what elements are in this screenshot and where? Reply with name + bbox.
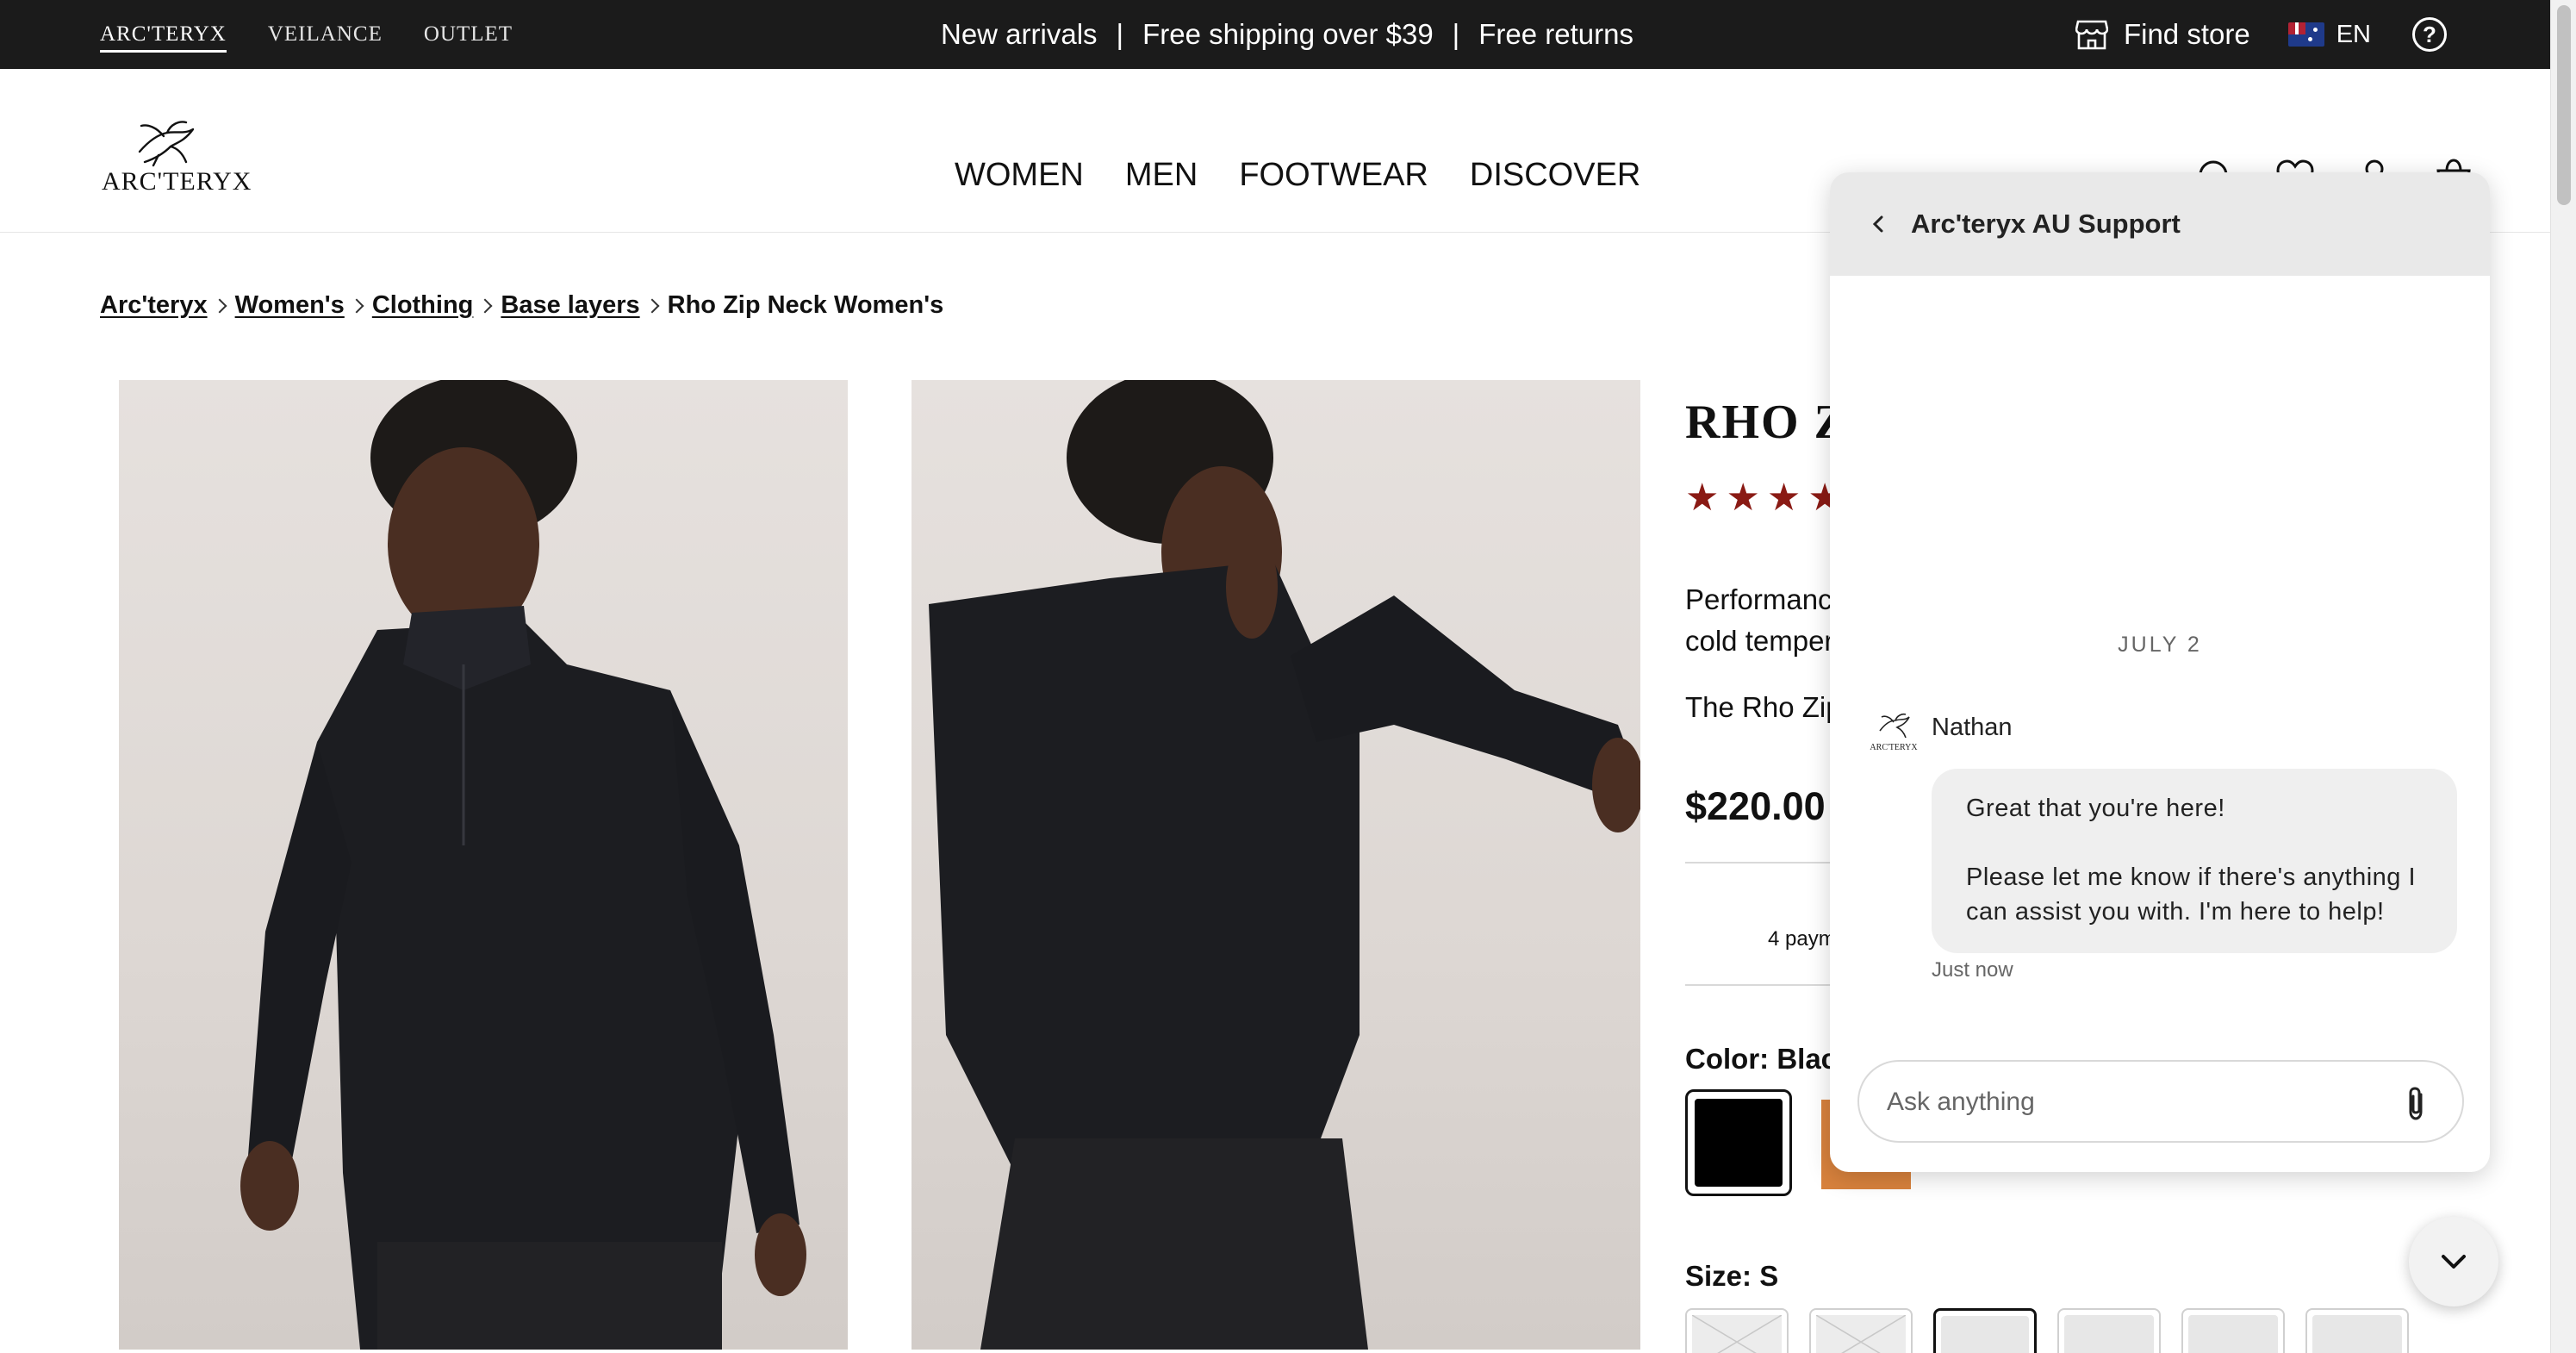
product-description-secondary: The Rho Zip <box>1685 691 1842 723</box>
store-icon <box>2075 20 2108 50</box>
chevron-down-icon <box>2442 1255 2466 1269</box>
brand-link-outlet[interactable]: OUTLET <box>424 22 513 47</box>
language-label: EN <box>2336 20 2371 48</box>
brand-link-arcteryx[interactable]: ARC'TERYX <box>100 22 227 53</box>
product-price: $220.00 <box>1685 784 1826 828</box>
nav-footwear[interactable]: FOOTWEAR <box>1239 157 1428 194</box>
nav-women[interactable]: WOMEN <box>955 157 1084 194</box>
size-label: Size: S <box>1685 1260 1779 1292</box>
arcteryx-logo[interactable]: ARC'TERYX <box>102 117 252 196</box>
chevron-right-icon <box>477 298 493 313</box>
size-option-xxs[interactable] <box>1685 1308 1789 1353</box>
scrollbar-thumb[interactable] <box>2557 5 2571 205</box>
nav-men[interactable]: MEN <box>1125 157 1198 194</box>
product-image-back[interactable] <box>912 380 1640 1350</box>
chat-input-box <box>1857 1060 2464 1143</box>
back-arrow-icon[interactable] <box>1864 210 1892 238</box>
message-line: Please let me know if there's anything I… <box>1966 864 2417 926</box>
breadcrumb: Arc'teryx Women's Clothing Base layers R… <box>100 291 943 320</box>
breadcrumb-base-layers[interactable]: Base layers <box>501 291 639 320</box>
chevron-right-icon <box>644 298 660 313</box>
payment-installments-info[interactable]: 4 paym <box>1768 927 1836 951</box>
chat-message-input[interactable] <box>1887 1082 2369 1122</box>
promo-separator: | <box>1452 18 1460 50</box>
australia-flag-icon <box>2287 22 2324 47</box>
chevron-right-icon <box>349 298 364 313</box>
breadcrumb-arcteryx[interactable]: Arc'teryx <box>100 291 208 320</box>
svg-text:ARC'TERYX: ARC'TERYX <box>1870 743 1918 752</box>
size-selector <box>1685 1308 2409 1353</box>
promo-banner: New arrivals | Free shipping over $39 | … <box>941 0 1633 69</box>
promo-free-returns[interactable]: Free returns <box>1478 18 1633 51</box>
top-bar: ARC'TERYX VEILANCE OUTLET New arrivals |… <box>0 0 2550 69</box>
promo-free-shipping[interactable]: Free shipping over $39 <box>1142 18 1434 51</box>
chat-header: Arc'teryx AU Support <box>1830 172 2490 276</box>
rating-stars[interactable]: ★ ★ ★ ★ <box>1685 479 1842 517</box>
color-swatch-black[interactable] <box>1685 1089 1792 1196</box>
agent-avatar-logo-icon: ARC'TERYX <box>1870 713 1918 752</box>
chevron-right-icon <box>212 298 227 313</box>
chat-title: Arc'teryx AU Support <box>1911 209 2181 239</box>
agent-message-bubble: Great that you're here! Please let me kn… <box>1932 769 2457 953</box>
help-icon[interactable]: ? <box>2412 17 2447 52</box>
main-nav: WOMEN MEN FOOTWEAR DISCOVER <box>955 157 1640 194</box>
support-chat-panel: Arc'teryx AU Support JULY 2 ARC'TERYX Na… <box>1830 172 2490 1172</box>
size-option-m[interactable] <box>2057 1308 2161 1353</box>
message-timestamp: Just now <box>1932 958 2013 982</box>
product-image-front[interactable] <box>119 380 848 1350</box>
page-scrollbar[interactable] <box>2550 0 2576 1353</box>
message-line: Great that you're here! <box>1966 795 2225 822</box>
find-store-label: Find store <box>2123 18 2250 50</box>
promo-separator: | <box>1116 18 1124 50</box>
promo-new-arrivals[interactable]: New arrivals <box>941 18 1098 51</box>
nav-discover[interactable]: DISCOVER <box>1470 157 1640 194</box>
star-icon: ★ <box>1685 477 1720 519</box>
breadcrumb-womens[interactable]: Women's <box>235 291 345 320</box>
breadcrumb-current: Rho Zip Neck Women's <box>667 291 944 319</box>
brand-links: ARC'TERYX VEILANCE OUTLET <box>100 0 513 69</box>
size-option-l[interactable] <box>2181 1308 2285 1353</box>
color-label: Color: Black <box>1685 1043 1853 1075</box>
star-icon: ★ <box>1726 477 1760 519</box>
breadcrumb-clothing[interactable]: Clothing <box>372 291 474 320</box>
brand-link-veilance[interactable]: VEILANCE <box>268 22 383 47</box>
chat-minimize-button[interactable] <box>2409 1217 2498 1306</box>
chat-date-divider: JULY 2 <box>2118 633 2202 657</box>
attachment-paperclip-icon[interactable] <box>2399 1084 2433 1122</box>
size-option-s[interactable] <box>1933 1308 2037 1353</box>
size-option-xl[interactable] <box>2305 1308 2409 1353</box>
logo-wordmark: ARC'TERYX <box>102 167 252 196</box>
archaeopteryx-logo-icon <box>138 121 195 167</box>
top-right-utilities: Find store EN ? <box>2075 0 2447 69</box>
size-option-xs[interactable] <box>1809 1308 1913 1353</box>
star-icon: ★ <box>1766 477 1801 519</box>
agent-name: Nathan <box>1932 714 2013 741</box>
find-store-link[interactable]: Find store <box>2075 18 2250 51</box>
language-selector[interactable]: EN <box>2287 20 2371 49</box>
